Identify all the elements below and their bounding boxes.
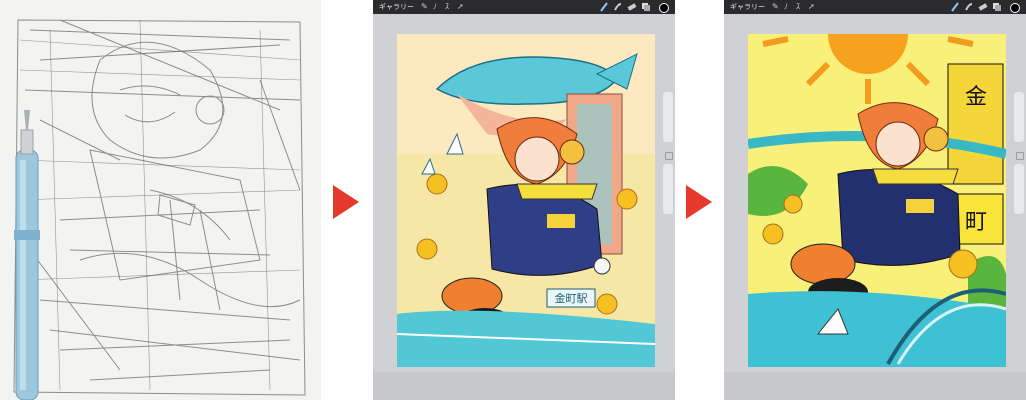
transform-icon[interactable]: ➚ — [457, 0, 464, 14]
building-sign-2: 町 — [965, 210, 987, 235]
pen — [14, 110, 40, 400]
building-sign-1: 金 — [965, 85, 987, 110]
bottom-area — [373, 372, 675, 400]
eraser-icon[interactable] — [978, 2, 988, 12]
station-sign: 金町駅 — [555, 291, 588, 305]
opacity-slider[interactable] — [1014, 164, 1024, 214]
artwork-canvas[interactable]: 金町駅 — [397, 34, 655, 367]
magic-icon[interactable]: ﾉ — [784, 0, 788, 14]
arrow-right-icon — [686, 185, 712, 219]
pencil-sketch-photo — [0, 0, 321, 400]
wrench-icon[interactable]: ✎ — [421, 0, 428, 14]
layers-icon[interactable] — [992, 2, 1002, 12]
brush-size-sidebar[interactable] — [1014, 92, 1024, 242]
arrow-right-icon — [333, 185, 359, 219]
bottom-area — [724, 372, 1026, 400]
illustration-final: 金 町 — [748, 34, 1006, 367]
color-icon[interactable] — [1010, 3, 1020, 13]
app-window-2: ギャラリー ✎ ﾉ ｽ ➚ 金 町 — [724, 0, 1026, 400]
top-toolbar: ギャラリー ✎ ﾉ ｽ ➚ — [724, 0, 1026, 14]
brush-icon[interactable] — [599, 2, 609, 12]
modify-button[interactable] — [1016, 152, 1024, 160]
brush-icon[interactable] — [950, 2, 960, 12]
size-slider[interactable] — [1014, 92, 1024, 142]
sketch-drawing — [0, 0, 321, 400]
app-window-1: ギャラリー ✎ ﾉ ｽ ➚ 金町駅 — [373, 0, 675, 400]
magic-icon[interactable]: ﾉ — [433, 0, 437, 14]
gallery-button[interactable]: ギャラリー — [730, 0, 765, 14]
transform-icon[interactable]: ➚ — [808, 0, 815, 14]
layers-icon[interactable] — [641, 2, 651, 12]
top-toolbar: ギャラリー ✎ ﾉ ｽ ➚ — [373, 0, 675, 14]
smudge-icon[interactable] — [964, 2, 974, 12]
illustration-colored: 金町駅 — [397, 34, 655, 367]
selection-icon[interactable]: ｽ — [796, 0, 800, 14]
size-slider[interactable] — [663, 92, 673, 142]
opacity-slider[interactable] — [663, 164, 673, 214]
selection-icon[interactable]: ｽ — [445, 0, 449, 14]
gallery-button[interactable]: ギャラリー — [379, 0, 414, 14]
artwork-canvas[interactable]: 金 町 — [748, 34, 1006, 367]
brush-size-sidebar[interactable] — [663, 92, 673, 242]
modify-button[interactable] — [665, 152, 673, 160]
wrench-icon[interactable]: ✎ — [772, 0, 779, 14]
color-icon[interactable] — [659, 3, 669, 13]
smudge-icon[interactable] — [613, 2, 623, 12]
eraser-icon[interactable] — [627, 2, 637, 12]
